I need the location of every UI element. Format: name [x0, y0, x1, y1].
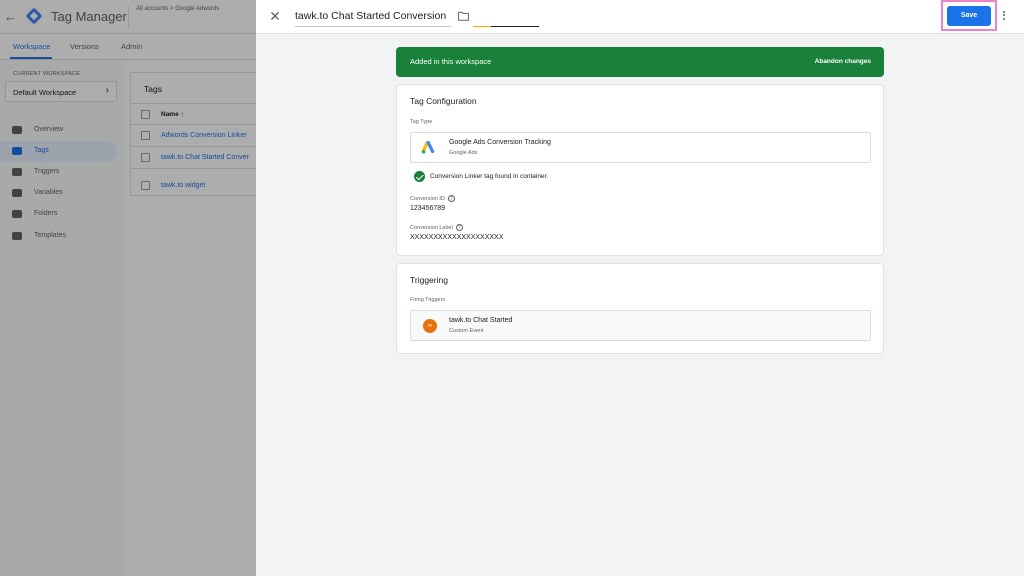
- tag-configuration-title: Tag Configuration: [410, 96, 477, 106]
- help-icon[interactable]: ?: [447, 195, 455, 202]
- tag-configuration-card[interactable]: Tag Configuration Tag Type Google Ads Co…: [396, 84, 884, 256]
- triggering-card[interactable]: Triggering Firing Triggers ‹› tawk.to Ch…: [396, 263, 884, 354]
- tag-type-label: Tag Type: [410, 119, 433, 125]
- help-icon[interactable]: ?: [455, 224, 463, 231]
- trigger-name: tawk.to Chat Started: [449, 317, 513, 324]
- tag-type-vendor: Google Ads: [449, 150, 478, 156]
- tag-editor-panel: ✕ tawk.to Chat Started Conversion Save A…: [256, 0, 1024, 576]
- save-button[interactable]: Save: [947, 6, 991, 26]
- tag-type-name: Google Ads Conversion Tracking: [449, 139, 551, 146]
- conversion-id-label-text: Conversion ID: [410, 195, 445, 202]
- trigger-type: Custom Event: [449, 328, 484, 334]
- conversion-label-value: XXXXXXXXXXXXXXXXXXXX: [410, 234, 504, 241]
- abandon-changes-button[interactable]: Abandon changes: [815, 58, 871, 65]
- custom-event-icon: ‹›: [423, 319, 437, 333]
- tag-type-selector[interactable]: Google Ads Conversion Tracking Google Ad…: [410, 132, 871, 163]
- title-underline: [295, 26, 539, 27]
- folder-icon[interactable]: [458, 11, 469, 21]
- title-underline-dark: [491, 26, 539, 27]
- conversion-id-value: 123456789: [410, 205, 446, 212]
- conversion-label-label: Conversion Label?: [410, 224, 463, 231]
- firing-trigger-item[interactable]: ‹› tawk.to Chat Started Custom Event: [410, 310, 871, 341]
- close-icon[interactable]: ✕: [268, 9, 282, 23]
- modal-scrim[interactable]: [0, 0, 256, 576]
- conversion-label-label-text: Conversion Label: [410, 224, 453, 231]
- triggering-title: Triggering: [410, 275, 448, 285]
- firing-triggers-label: Firing Triggers: [410, 297, 446, 303]
- banner-text: Added in this workspace: [410, 57, 492, 66]
- more-vert-icon[interactable]: [1000, 9, 1008, 23]
- linker-status-text: Conversion Linker tag found in container…: [430, 173, 549, 180]
- panel-header: ✕ tawk.to Chat Started Conversion Save: [256, 0, 1024, 34]
- google-ads-icon: [421, 140, 435, 154]
- workspace-status-banner: Added in this workspace Abandon changes: [396, 47, 884, 77]
- title-underline-accent: [473, 26, 493, 27]
- conversion-id-label: Conversion ID?: [410, 195, 455, 202]
- tag-name-title[interactable]: tawk.to Chat Started Conversion: [295, 10, 446, 22]
- check-circle-icon: [414, 171, 425, 182]
